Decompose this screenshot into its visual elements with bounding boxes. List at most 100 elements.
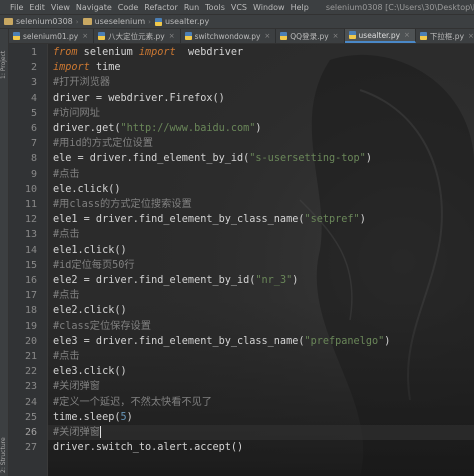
line-number: 13: [24, 229, 37, 241]
line-number: 22: [24, 366, 37, 378]
tab-selenium01[interactable]: selenium01.py ×: [9, 29, 95, 43]
code-line[interactable]: import time: [53, 60, 120, 75]
line-number: 16: [24, 275, 37, 286]
breadcrumb-file[interactable]: usealter.py: [151, 17, 212, 26]
menu-window[interactable]: Window: [250, 3, 288, 12]
tab-dropdown[interactable]: 下拉框.py ×: [416, 29, 474, 43]
project-tool-button[interactable]: 1: Project: [0, 35, 9, 79]
code-line[interactable]: #定义一个延迟，不然太快看不见了: [53, 395, 212, 410]
code-line[interactable]: #点击: [53, 227, 80, 242]
code-line[interactable]: #class定位保存设置: [53, 319, 151, 334]
tab-usealter[interactable]: usealter.py ×: [344, 29, 416, 43]
breadcrumb-project[interactable]: selenium0308: [0, 17, 76, 26]
structure-tool-button[interactable]: 2: Structure: [0, 421, 9, 473]
line-number: 20: [24, 335, 37, 347]
code-line[interactable]: ele1 = driver.find_element_by_class_name…: [53, 212, 366, 227]
text-cursor: [99, 426, 101, 438]
code-line[interactable]: #用id的方式定位设置: [53, 136, 153, 151]
line-number: 7: [30, 138, 37, 150]
line-number: 12: [24, 214, 37, 226]
menu-file[interactable]: File: [7, 3, 26, 12]
python-file-icon: [348, 31, 356, 39]
line-number: 18: [24, 305, 37, 317]
close-icon[interactable]: ×: [264, 32, 270, 40]
tab-label: selenium01.py: [23, 31, 79, 41]
close-icon[interactable]: ×: [404, 31, 410, 39]
line-number: 26: [24, 427, 37, 438]
folder-icon: [4, 18, 13, 25]
code-line[interactable]: #打开浏览器: [53, 75, 110, 90]
menu-vcs[interactable]: VCS: [228, 3, 250, 12]
breadcrumb-file-label: usealter.py: [164, 17, 210, 26]
line-number: 4: [30, 92, 37, 104]
menu-refactor[interactable]: Refactor: [141, 3, 181, 12]
line-number: 2: [30, 62, 37, 74]
line-number: 10: [24, 183, 37, 195]
tab-switchwondow[interactable]: switchwondow.py ×: [181, 29, 277, 43]
code-line[interactable]: ele3.click(): [53, 364, 127, 379]
code-line[interactable]: ele3 = driver.find_element_by_class_name…: [53, 334, 390, 349]
line-number: 24: [24, 396, 37, 408]
python-file-icon: [154, 17, 162, 26]
tool-window-strip: 1: Project 2: Structure: [0, 29, 9, 476]
code-line[interactable]: #关闭弹窗: [53, 425, 101, 440]
line-number: 6: [30, 123, 37, 134]
line-number-gutter[interactable]: 1 2 3 4 5 6 7 8 9 10 11 12 13 14 15 16 17 18 19 20 21 22 23 24 2…: [9, 44, 48, 476]
window-title: selenium0308 [C:\Users\30\Desktop\Python…: [325, 2, 474, 12]
close-icon[interactable]: ×: [333, 32, 339, 40]
code-line[interactable]: driver = webdriver.Firefox(): [53, 91, 225, 106]
menu-bar: File Edit View Navigate Code Refactor Ru…: [0, 0, 474, 14]
menu-tools[interactable]: Tools: [202, 3, 228, 12]
tab-label: 八大定位元素.py: [108, 31, 165, 41]
line-number: 1: [30, 47, 37, 58]
code-line[interactable]: driver.get("http://www.baidu.com"): [53, 121, 262, 136]
code-line[interactable]: ele1.click(): [53, 243, 127, 258]
tab-label: 下拉框.py: [429, 31, 465, 41]
line-number: 14: [24, 244, 37, 256]
python-file-icon: [280, 32, 288, 40]
close-icon[interactable]: ×: [169, 32, 175, 40]
code-line[interactable]: #用class的方式定位搜索设置: [53, 197, 192, 212]
close-icon[interactable]: ×: [468, 32, 474, 40]
code-line[interactable]: driver.switch_to.alert.accept(): [53, 440, 243, 455]
tab-label: usealter.py: [358, 30, 401, 40]
code-line[interactable]: ele2.click(): [53, 303, 127, 318]
code-line[interactable]: #点击: [53, 167, 80, 182]
line-number: 23: [24, 381, 37, 393]
python-file-icon: [98, 32, 106, 40]
menu-code[interactable]: Code: [115, 3, 141, 12]
line-number: 5: [30, 107, 37, 119]
code-line[interactable]: time.sleep(5): [53, 410, 133, 425]
code-line[interactable]: ele = driver.find_element_by_id("s-users…: [53, 151, 372, 166]
code-line[interactable]: #id定位每页50行: [53, 258, 135, 273]
tab-label: switchwondow.py: [194, 31, 261, 41]
breadcrumb-folder[interactable]: useselenium: [79, 17, 149, 26]
code-line[interactable]: #访问网址: [53, 106, 100, 121]
code-line[interactable]: #点击: [53, 288, 80, 303]
code-line[interactable]: ele.click(): [53, 182, 120, 197]
breadcrumb-folder-label: useselenium: [94, 17, 146, 26]
tab-qq-login[interactable]: QQ登录.py ×: [276, 29, 345, 43]
menu-run[interactable]: Run: [181, 3, 202, 12]
code-line[interactable]: from selenium import webdriver: [53, 45, 243, 60]
code-line[interactable]: #关闭弹窗: [53, 379, 100, 394]
menu-edit[interactable]: Edit: [26, 3, 48, 12]
code-line[interactable]: ele2 = driver.find_element_by_id("nr_3"): [53, 273, 298, 288]
tab-locate-elements[interactable]: 八大定位元素.py ×: [94, 29, 181, 43]
menu-help[interactable]: Help: [288, 3, 312, 12]
line-number: 25: [24, 411, 37, 423]
folder-icon: [82, 18, 92, 25]
close-icon[interactable]: ×: [82, 32, 88, 40]
code-line[interactable]: #点击: [53, 349, 80, 364]
line-number: 17: [24, 290, 37, 302]
line-number: 21: [24, 351, 37, 362]
line-number: 8: [30, 153, 37, 165]
line-number: 3: [30, 77, 37, 89]
menu-navigate[interactable]: Navigate: [73, 3, 115, 12]
line-number: 27: [24, 442, 37, 454]
line-number: 19: [24, 320, 37, 332]
line-number: 11: [24, 199, 37, 210]
menu-view[interactable]: View: [48, 3, 73, 12]
editor-tabs: selenium01.py × 八大定位元素.py × switchwondow…: [9, 29, 474, 44]
code-editor[interactable]: from selenium import webdriver import tim…: [48, 44, 474, 476]
